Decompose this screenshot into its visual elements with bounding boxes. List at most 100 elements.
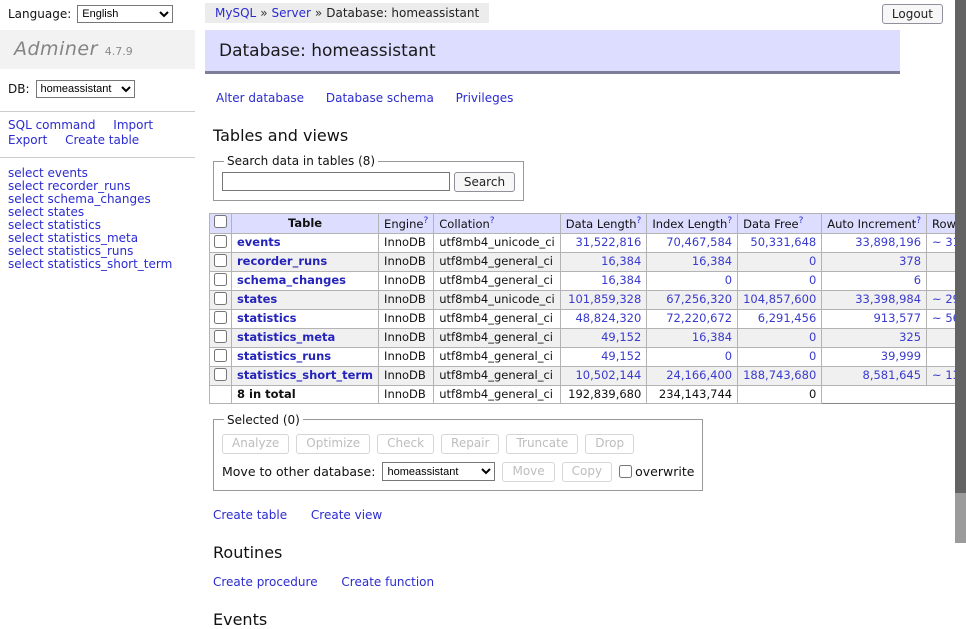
sidebar-table-link[interactable]: select statistics_short_term [8, 258, 172, 271]
breadcrumb-mysql-link[interactable]: MySQL [215, 6, 256, 20]
index-length-link[interactable]: 24,166,400 [666, 368, 732, 382]
alter-database-link[interactable]: Alter database [216, 91, 304, 105]
row-checkbox-cell[interactable] [210, 328, 232, 347]
data-free-link[interactable]: 0 [809, 273, 816, 287]
collation-help-link[interactable]: ? [490, 216, 495, 226]
table-name-link[interactable]: statistics_short_term [237, 368, 373, 382]
table-name-link[interactable]: statistics_meta [237, 330, 335, 344]
index-length-link[interactable]: 0 [725, 349, 732, 363]
database-schema-link[interactable]: Database schema [326, 91, 434, 105]
create-table-link[interactable]: Create table [213, 508, 287, 522]
table-name-link[interactable]: recorder_runs [237, 254, 327, 268]
move-database-select[interactable]: homeassistant [382, 462, 495, 481]
sidebar-create-table-link[interactable]: Create table [65, 133, 139, 147]
row-checkbox-cell[interactable] [210, 290, 232, 309]
auto-increment-link[interactable]: 378 [899, 254, 921, 268]
auto-increment-link[interactable]: 325 [899, 330, 921, 344]
drop-button[interactable]: Drop [585, 434, 634, 454]
data-length-link[interactable]: 10,502,144 [575, 368, 641, 382]
row-checkbox[interactable] [214, 235, 227, 248]
index-length-link[interactable]: 16,384 [692, 330, 732, 344]
auto-increment-link[interactable]: 8,581,645 [863, 368, 922, 382]
select-all-cell[interactable] [210, 214, 232, 234]
sidebar-import-link[interactable]: Import [113, 118, 153, 132]
row-checkbox-cell[interactable] [210, 271, 232, 290]
data-free-link[interactable]: 104,857,600 [743, 292, 816, 306]
data-free-link[interactable]: 0 [809, 349, 816, 363]
language-select[interactable]: English [77, 5, 173, 23]
db-select[interactable]: homeassistant [36, 80, 135, 98]
search-input[interactable] [222, 172, 450, 191]
data-length-link[interactable]: 16,384 [601, 273, 641, 287]
data-length-link[interactable]: 49,152 [601, 330, 641, 344]
index-length-link[interactable]: 67,256,320 [666, 292, 732, 306]
data-length-link[interactable]: 31,522,816 [575, 235, 641, 249]
table-name-link[interactable]: schema_changes [237, 273, 346, 287]
row-checkbox[interactable] [214, 311, 227, 324]
create-function-link[interactable]: Create function [341, 575, 434, 589]
repair-button[interactable]: Repair [441, 434, 499, 454]
data-free-link[interactable]: 0 [809, 254, 816, 268]
engine-cell: InnoDB [379, 309, 434, 328]
logout-button[interactable]: Logout [882, 4, 943, 24]
data-length-help-link[interactable]: ? [637, 216, 642, 226]
engine-help-link[interactable]: ? [423, 216, 428, 226]
data-free-link[interactable]: 0 [809, 330, 816, 344]
table-name-link[interactable]: states [237, 292, 277, 306]
privileges-link[interactable]: Privileges [456, 91, 514, 105]
auto-increment-link[interactable]: 39,999 [881, 349, 921, 363]
copy-button[interactable]: Copy [562, 462, 612, 482]
search-button[interactable]: Search [454, 172, 515, 192]
data-length-link[interactable]: 101,859,328 [568, 292, 641, 306]
row-checkbox[interactable] [214, 292, 227, 305]
auto-increment-link[interactable]: 6 [914, 273, 921, 287]
sidebar-table-list: select eventsselect recorder_runsselect … [0, 158, 195, 280]
vertical-scrollbar[interactable] [955, 0, 966, 543]
table-name-cell: statistics_meta [232, 328, 379, 347]
overwrite-checkbox[interactable] [619, 465, 632, 478]
data-free-link[interactable]: 188,743,680 [743, 368, 816, 382]
index-length-help-link[interactable]: ? [727, 216, 732, 226]
data-free-link[interactable]: 50,331,648 [750, 235, 816, 249]
truncate-button[interactable]: Truncate [506, 434, 578, 454]
create-view-link[interactable]: Create view [311, 508, 382, 522]
row-checkbox-cell[interactable] [210, 233, 232, 252]
scrollbar-thumb[interactable] [955, 0, 966, 493]
move-button[interactable]: Move [502, 462, 554, 482]
sidebar-export-link[interactable]: Export [8, 133, 47, 147]
row-checkbox-cell[interactable] [210, 309, 232, 328]
row-checkbox-cell[interactable] [210, 366, 232, 385]
table-name-link[interactable]: events [237, 235, 281, 249]
overwrite-option[interactable]: overwrite [619, 464, 694, 479]
row-checkbox[interactable] [214, 330, 227, 343]
row-checkbox-cell[interactable] [210, 252, 232, 271]
index-length-link[interactable]: 0 [725, 273, 732, 287]
row-checkbox-cell[interactable] [210, 347, 232, 366]
index-length-link[interactable]: 72,220,672 [666, 311, 732, 325]
auto-increment-link[interactable]: 33,898,196 [855, 235, 921, 249]
data-length-link[interactable]: 49,152 [601, 349, 641, 363]
create-procedure-link[interactable]: Create procedure [213, 575, 318, 589]
sidebar-sql-command-link[interactable]: SQL command [8, 118, 95, 132]
select-all-checkbox[interactable] [214, 215, 227, 228]
table-name-link[interactable]: statistics_runs [237, 349, 331, 363]
index-length-link[interactable]: 16,384 [692, 254, 732, 268]
row-checkbox[interactable] [214, 349, 227, 362]
data-free-link[interactable]: 6,291,456 [758, 311, 817, 325]
table-name-link[interactable]: statistics [237, 311, 297, 325]
auto-increment-link[interactable]: 33,398,984 [855, 292, 921, 306]
index-length-link[interactable]: 70,467,584 [666, 235, 732, 249]
data-length-link[interactable]: 16,384 [601, 254, 641, 268]
breadcrumb-server-link[interactable]: Server [272, 6, 311, 20]
auto-increment-link[interactable]: 913,577 [873, 311, 921, 325]
language-label: Language: [8, 7, 71, 21]
row-checkbox[interactable] [214, 368, 227, 381]
analyze-button[interactable]: Analyze [222, 434, 289, 454]
row-checkbox[interactable] [214, 254, 227, 267]
row-checkbox[interactable] [214, 273, 227, 286]
optimize-button[interactable]: Optimize [296, 434, 370, 454]
auto-increment-help-link[interactable]: ? [916, 216, 921, 226]
data-length-link[interactable]: 48,824,320 [575, 311, 641, 325]
check-button[interactable]: Check [377, 434, 434, 454]
data-free-help-link[interactable]: ? [799, 216, 804, 226]
